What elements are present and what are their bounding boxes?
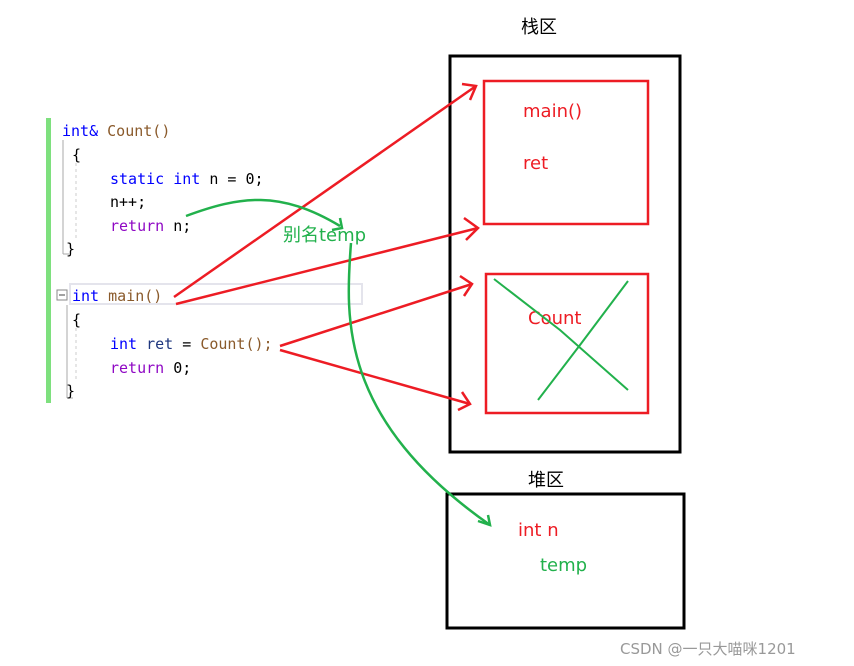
diagram: int& Count() { static int n = 0; n++; re… — [0, 0, 854, 666]
main-frame-label: main() — [523, 101, 582, 122]
svg-text:return 0;: return 0; — [110, 359, 191, 377]
code-listing: int& Count() { static int n = 0; n++; re… — [62, 122, 273, 400]
heap-alias-label: temp — [540, 555, 587, 576]
svg-text:}: } — [66, 240, 75, 258]
stack-title: 栈区 — [521, 17, 557, 38]
green-arrows — [185, 198, 492, 527]
count-frame — [484, 272, 650, 415]
svg-text:int main(): int main() — [72, 287, 162, 305]
svg-text:return n;: return n; — [110, 217, 191, 235]
svg-text:static int n = 0;: static int n = 0; — [110, 170, 264, 188]
heap-title: 堆区 — [528, 470, 564, 491]
alias-label: 别名temp — [283, 225, 366, 246]
red-arrows — [173, 82, 480, 412]
heap-var-label: int n — [518, 520, 559, 541]
svg-text:int ret = Count();: int ret = Count(); — [110, 335, 273, 353]
ret-label: ret — [523, 153, 548, 174]
editor-change-bar — [46, 118, 51, 403]
svg-text:}: } — [66, 382, 75, 400]
svg-text:int& Count(): int& Count() — [62, 122, 170, 140]
watermark: CSDN @一只大喵咪1201 — [620, 640, 796, 658]
svg-text:{: { — [72, 311, 81, 329]
svg-text:{: { — [72, 146, 81, 164]
cross-mark — [493, 278, 629, 401]
svg-text:n++;: n++; — [110, 193, 146, 211]
